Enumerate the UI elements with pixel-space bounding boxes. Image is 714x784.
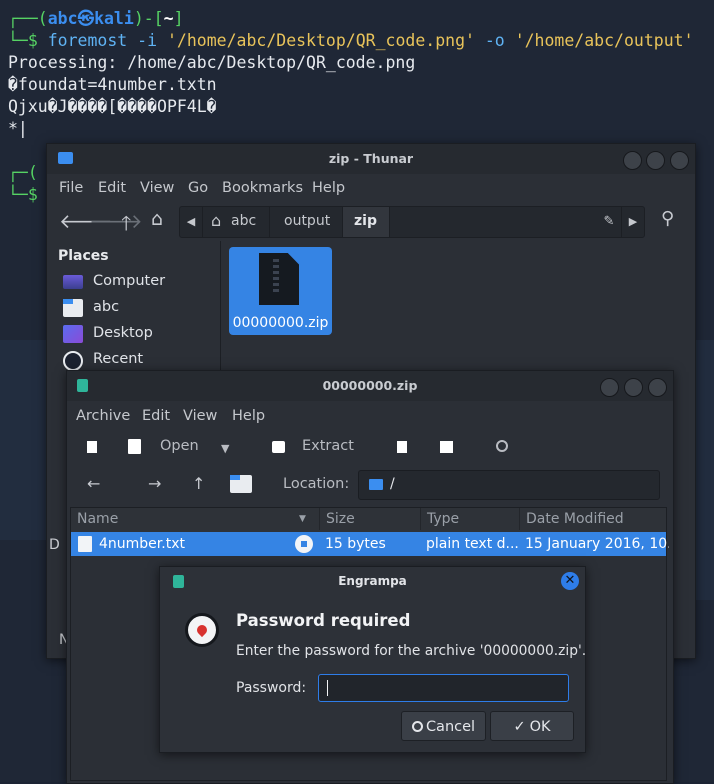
zip-file-icon: [259, 253, 299, 305]
text-cursor: [327, 680, 328, 696]
menu-file[interactable]: File: [59, 180, 83, 196]
next-prompt-fragment: ┌─(: [8, 163, 38, 182]
check-icon: ✓: [513, 719, 526, 735]
password-icon: [185, 613, 219, 647]
cell-name: 4number.txt: [99, 536, 185, 552]
command-line: └─$ foremost -i '/home/abc/Desktop/QR_co…: [8, 31, 694, 50]
edit-path-icon[interactable]: ✎: [598, 207, 620, 237]
add-files-icon[interactable]: [397, 441, 407, 453]
column-date-modified[interactable]: Date Modified: [519, 508, 669, 530]
lock-icon: [295, 535, 313, 553]
menu-edit[interactable]: Edit: [98, 180, 126, 196]
home-icon[interactable]: ⌂: [151, 208, 163, 230]
up-arrow-icon[interactable]: 🡑: [121, 209, 131, 243]
home-icon: ⌂: [211, 211, 222, 230]
password-label: Password:: [236, 680, 307, 696]
thunar-titlebar[interactable]: zip - Thunar: [47, 144, 695, 174]
dialog-titlebar[interactable]: Engrampa ✕: [160, 567, 585, 595]
next-prompt-symbol: └─$: [8, 185, 38, 204]
stop-icon[interactable]: [496, 440, 508, 452]
cell-type: plain text d...: [426, 536, 518, 552]
cell-date-modified: 15 January 2016, 10...: [525, 536, 669, 552]
home-folder-icon: [63, 299, 83, 317]
minimize-button[interactable]: [600, 378, 619, 397]
add-folder-icon[interactable]: [440, 441, 453, 453]
engrampa-toolbar: Open ▼ Extract: [67, 433, 673, 463]
cell-size: 15 bytes: [325, 536, 386, 552]
location-label: Location:: [283, 476, 350, 492]
desktop-icon: [63, 325, 83, 343]
open-dropdown-icon[interactable]: ▼: [221, 442, 229, 455]
password-dialog[interactable]: Engrampa ✕ Password required Enter the p…: [159, 566, 586, 753]
wallpaper-shape: [0, 340, 50, 540]
wallpaper-shape: [694, 340, 714, 600]
home-folder-icon[interactable]: [230, 475, 252, 493]
engrampa-titlebar[interactable]: 00000000.zip: [67, 371, 673, 401]
new-archive-icon[interactable]: [87, 441, 97, 453]
column-type[interactable]: Type: [420, 508, 518, 530]
location-field[interactable]: /: [358, 470, 660, 500]
breadcrumb-output[interactable]: output: [270, 207, 343, 237]
close-button[interactable]: [648, 378, 667, 397]
engrampa-locationbar: ← → ↑ Location: /: [67, 469, 673, 503]
search-icon[interactable]: ⚲: [661, 208, 674, 229]
ok-button[interactable]: ✓ OK: [490, 711, 574, 741]
file-item-zip[interactable]: 00000000.zip: [229, 247, 332, 335]
dialog-heading: Password required: [236, 611, 411, 630]
dialog-close-icon[interactable]: ✕: [561, 572, 579, 590]
text-file-icon: [78, 536, 92, 552]
cancel-icon: [411, 721, 423, 732]
open-archive-icon[interactable]: [128, 439, 141, 454]
output-line-3: Qjxu�J����[����OPF4L�: [8, 97, 217, 116]
table-row[interactable]: 4number.txt 15 bytes plain text d... 15 …: [71, 532, 669, 556]
forward-arrow-icon[interactable]: →: [148, 474, 161, 493]
recent-icon: [63, 351, 83, 371]
menu-view[interactable]: View: [140, 180, 174, 196]
extract-icon[interactable]: [272, 441, 285, 453]
dialog-title: Engrampa: [338, 574, 407, 588]
breadcrumb-abc[interactable]: ⌂ abc: [203, 207, 270, 237]
dialog-message: Enter the password for the archive '0000…: [236, 643, 587, 659]
menu-help[interactable]: Help: [312, 180, 345, 196]
prompt-line: ┌──(abc㉿kali)-[~]: [8, 9, 184, 28]
breadcrumb-zip[interactable]: zip: [343, 207, 390, 237]
up-arrow-icon[interactable]: ↑: [192, 474, 205, 493]
menu-archive[interactable]: Archive: [76, 408, 130, 424]
column-name[interactable]: Name: [71, 508, 318, 530]
path-scroll-right-icon[interactable]: ▶: [621, 207, 644, 237]
background-fragment-label: D: [49, 537, 60, 553]
maximize-button[interactable]: [624, 378, 643, 397]
maximize-button[interactable]: [646, 151, 665, 170]
thunar-title: zip - Thunar: [328, 151, 414, 166]
extract-button[interactable]: Extract: [302, 438, 354, 454]
column-size[interactable]: Size: [319, 508, 419, 530]
menu-bookmarks[interactable]: Bookmarks: [222, 180, 303, 196]
menu-edit[interactable]: Edit: [142, 408, 170, 424]
close-button[interactable]: [670, 151, 689, 170]
path-bar: ◀ ⌂ abc output zip ✎ ▶: [179, 206, 645, 238]
output-line-4: *|: [8, 119, 28, 138]
sort-descending-icon: ▼: [299, 514, 306, 524]
file-item-label: 00000000.zip: [232, 315, 329, 331]
places-heading: Places: [58, 248, 109, 264]
menu-help[interactable]: Help: [232, 408, 265, 424]
back-arrow-icon[interactable]: ←: [87, 474, 100, 493]
computer-icon: [63, 275, 83, 289]
file-list-header: Name ▼ Size Type Date Modified: [71, 508, 666, 533]
thunar-toolbar: 🡐 🡒 🡑 ⌂ ◀ ⌂ abc output zip ✎ ▶ ⚲: [47, 204, 695, 238]
forward-arrow-icon[interactable]: 🡒: [89, 209, 143, 233]
thunar-menubar: File Edit View Go Bookmarks Help: [47, 176, 695, 202]
cancel-button[interactable]: Cancel: [401, 711, 486, 741]
output-processing: Processing: /home/abc/Desktop/QR_code.pn…: [8, 53, 416, 72]
output-line-2: �foundat=4number.txtn: [8, 75, 217, 94]
menu-view[interactable]: View: [183, 408, 217, 424]
folder-icon: [369, 479, 383, 490]
password-input[interactable]: [318, 674, 569, 702]
engrampa-menubar: Archive Edit View Help: [67, 404, 673, 430]
minimize-button[interactable]: [623, 151, 642, 170]
path-scroll-left-icon[interactable]: ◀: [180, 207, 203, 237]
menu-go[interactable]: Go: [188, 180, 208, 196]
engrampa-title: 00000000.zip: [322, 378, 418, 393]
open-button[interactable]: Open: [160, 438, 199, 454]
